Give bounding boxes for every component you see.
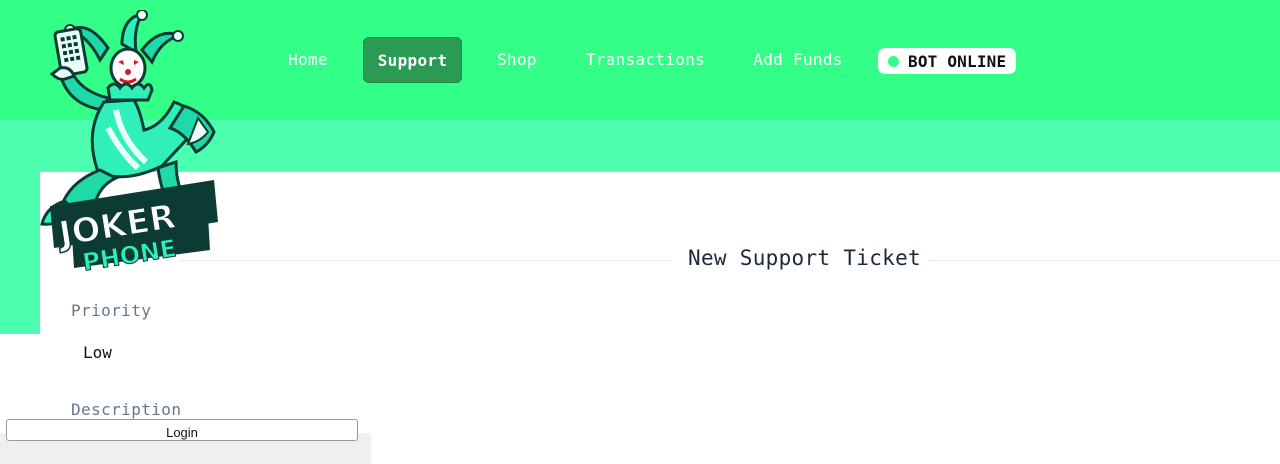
ticket-title-row: New Support Ticket (0, 246, 1280, 276)
priority-select[interactable]: Low (83, 343, 112, 362)
nav-home[interactable]: Home (276, 37, 340, 83)
phone-icon (49, 27, 89, 81)
priority-label: Priority (71, 301, 152, 320)
page-title: New Support Ticket (688, 246, 921, 270)
description-label: Description (71, 400, 182, 419)
login-overlay-panel: Login (0, 419, 371, 464)
title-divider-right (928, 260, 1280, 261)
jester-face (109, 47, 147, 89)
bot-status-label: BOT ONLINE (908, 51, 1007, 71)
joker-phone-logo[interactable]: JOKER PHONE (38, 10, 224, 272)
nav-shop[interactable]: Shop (485, 37, 549, 83)
jester-body (90, 98, 216, 179)
bot-status-badge: BOT ONLINE (878, 48, 1016, 74)
nav-add-funds[interactable]: Add Funds (742, 37, 854, 83)
login-button[interactable]: Login (6, 419, 358, 441)
nav-support[interactable]: Support (363, 37, 462, 83)
nav-transactions[interactable]: Transactions (575, 37, 716, 83)
online-dot-icon (888, 55, 899, 67)
login-button-label: Login (166, 425, 198, 440)
jester-collar (106, 82, 154, 102)
title-divider-left (180, 260, 672, 261)
